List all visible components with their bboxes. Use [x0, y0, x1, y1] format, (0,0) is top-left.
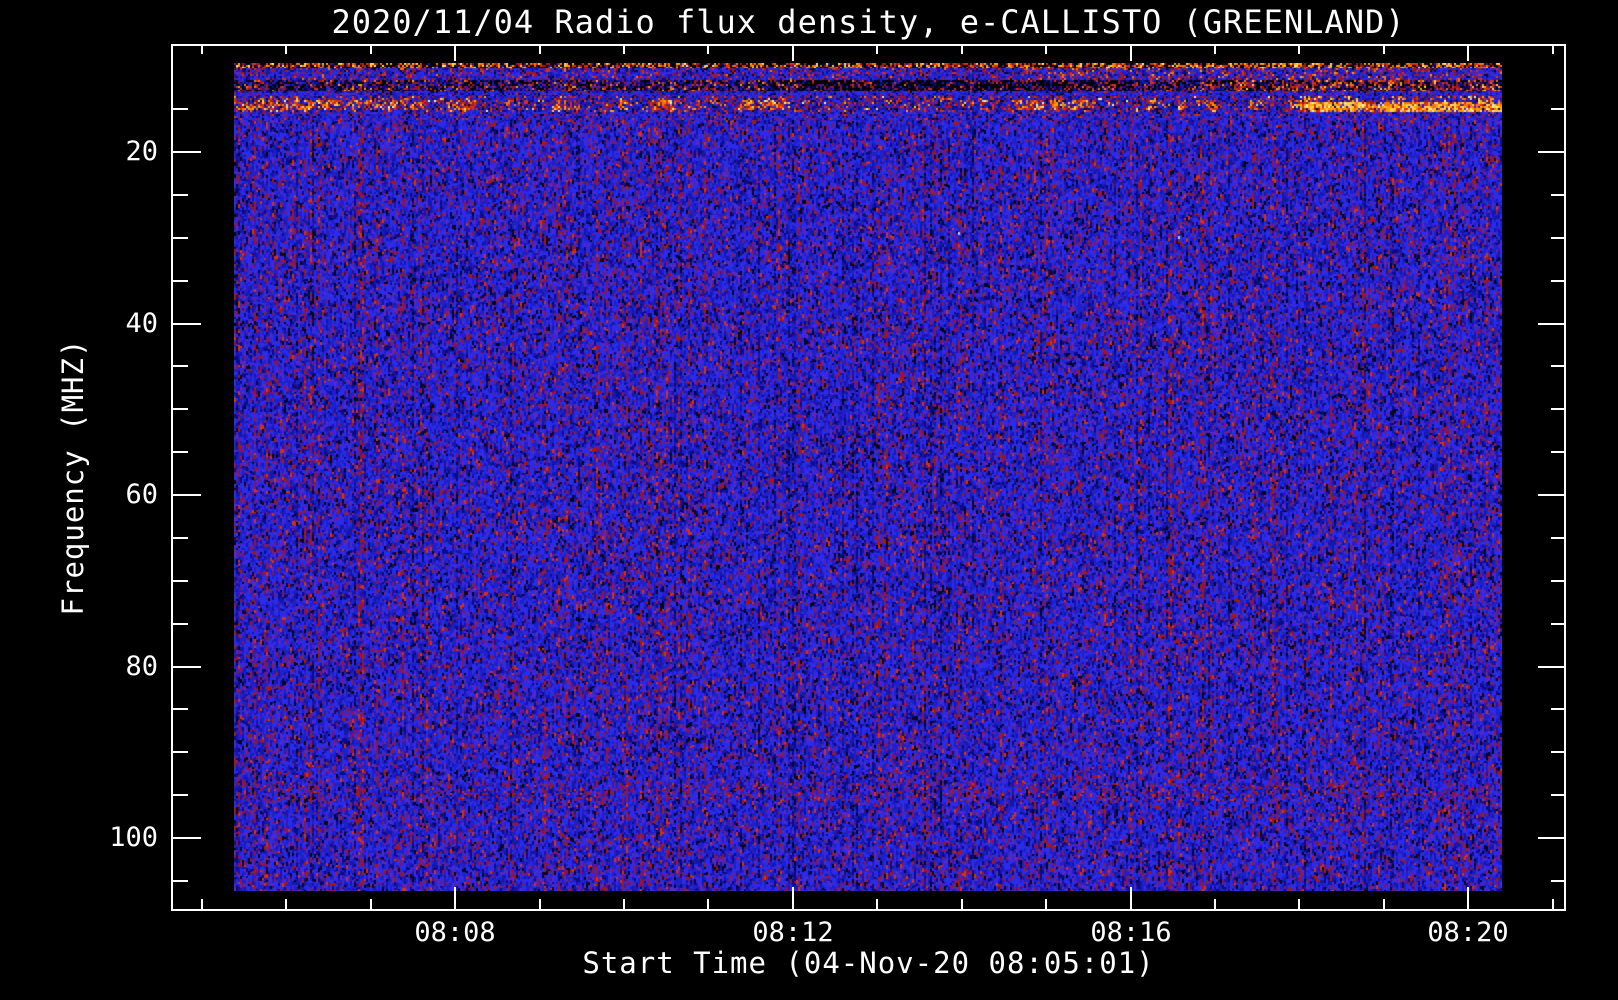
x-minor-tick-top	[623, 46, 625, 54]
x-minor-tick	[961, 899, 963, 909]
x-minor-tick-top	[285, 46, 287, 54]
spectrogram-page: 2020/11/04 Radio flux density, e-CALLIST…	[0, 0, 1618, 1000]
x-minor-tick	[370, 899, 372, 909]
y-minor-tick	[173, 537, 188, 539]
y-minor-tick	[173, 280, 188, 282]
y-major-tick-right	[1538, 323, 1564, 325]
x-major-tick	[1130, 887, 1132, 909]
x-minor-tick-top	[1383, 46, 1385, 54]
y-major-tick-right	[1538, 151, 1564, 153]
y-major-tick	[173, 837, 201, 839]
y-minor-tick-right	[1551, 108, 1564, 110]
y-minor-tick	[173, 708, 188, 710]
y-major-tick-right	[1538, 494, 1564, 496]
spectrogram-image	[234, 63, 1502, 891]
x-minor-tick-top	[201, 46, 203, 54]
y-minor-tick	[173, 194, 188, 196]
plot-frame-left	[171, 44, 173, 911]
x-minor-tick	[876, 899, 878, 909]
y-minor-tick	[173, 108, 188, 110]
x-minor-tick-top	[370, 46, 372, 54]
x-minor-tick	[1214, 899, 1216, 909]
y-minor-tick-right	[1551, 623, 1564, 625]
y-minor-tick-right	[1551, 580, 1564, 582]
x-minor-tick-top	[707, 46, 709, 54]
plot-frame-right	[1564, 44, 1566, 911]
plot-frame-bottom	[171, 909, 1566, 911]
x-axis-title: Start Time (04-Nov-20 08:05:01)	[582, 946, 1155, 980]
y-minor-tick-right	[1551, 194, 1564, 196]
x-minor-tick-top	[1298, 46, 1300, 54]
x-major-tick	[454, 887, 456, 909]
y-minor-tick	[173, 794, 188, 796]
x-minor-tick-top	[1214, 46, 1216, 54]
x-minor-tick-top	[1045, 46, 1047, 54]
y-minor-tick-right	[1551, 880, 1564, 882]
y-major-tick	[173, 151, 201, 153]
y-tick-label: 40	[125, 308, 158, 339]
y-major-tick	[173, 323, 201, 325]
x-major-tick-top	[1467, 46, 1469, 61]
y-major-tick-right	[1538, 837, 1564, 839]
x-major-tick	[792, 887, 794, 909]
x-minor-tick	[201, 899, 203, 909]
y-minor-tick	[173, 880, 188, 882]
x-minor-tick-top	[539, 46, 541, 54]
x-minor-tick	[707, 899, 709, 909]
y-minor-tick-right	[1551, 708, 1564, 710]
y-minor-tick	[173, 623, 188, 625]
y-minor-tick-right	[1551, 365, 1564, 367]
y-minor-tick-right	[1551, 451, 1564, 453]
x-minor-tick	[1298, 899, 1300, 909]
x-minor-tick	[623, 899, 625, 909]
chart-title: 2020/11/04 Radio flux density, e-CALLIST…	[331, 3, 1406, 41]
y-minor-tick	[173, 580, 188, 582]
x-major-tick-top	[1130, 46, 1132, 61]
x-minor-tick	[1383, 899, 1385, 909]
y-minor-tick-right	[1551, 408, 1564, 410]
y-tick-label: 80	[125, 651, 158, 682]
y-major-tick	[173, 666, 201, 668]
x-minor-tick-top	[1552, 46, 1554, 54]
plot-frame-top	[171, 44, 1566, 46]
x-minor-tick-top	[961, 46, 963, 54]
x-minor-tick	[1045, 899, 1047, 909]
y-minor-tick	[173, 365, 188, 367]
x-minor-tick-top	[876, 46, 878, 54]
y-minor-tick	[173, 451, 188, 453]
y-tick-label: 20	[125, 136, 158, 167]
y-minor-tick	[173, 751, 188, 753]
x-minor-tick	[285, 899, 287, 909]
y-minor-tick-right	[1551, 794, 1564, 796]
y-minor-tick-right	[1551, 751, 1564, 753]
y-minor-tick-right	[1551, 237, 1564, 239]
y-minor-tick	[173, 408, 188, 410]
x-major-tick-top	[792, 46, 794, 61]
y-minor-tick-right	[1551, 280, 1564, 282]
x-major-tick-top	[454, 46, 456, 61]
y-minor-tick	[173, 237, 188, 239]
y-axis-title-text: Frequency (MHZ)	[56, 338, 90, 616]
x-major-tick	[1467, 887, 1469, 909]
x-minor-tick	[1552, 899, 1554, 909]
y-tick-label: 60	[125, 479, 158, 510]
y-tick-label: 100	[109, 822, 158, 853]
y-major-tick	[173, 494, 201, 496]
x-minor-tick	[539, 899, 541, 909]
y-major-tick-right	[1538, 666, 1564, 668]
y-minor-tick-right	[1551, 537, 1564, 539]
